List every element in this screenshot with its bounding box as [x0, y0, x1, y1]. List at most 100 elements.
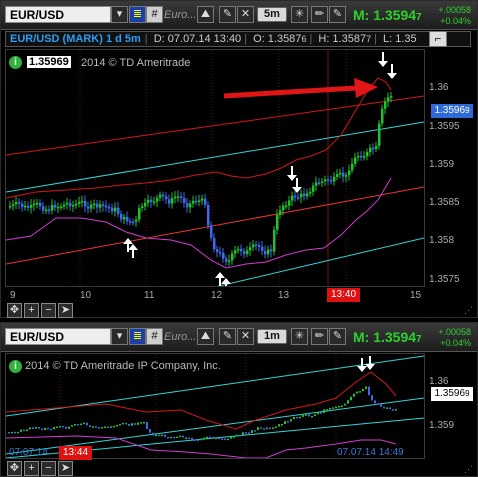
drawing-tools-icon[interactable]: ✎: [219, 6, 236, 23]
candle: [101, 427, 103, 429]
candle: [387, 97, 390, 102]
candle: [116, 425, 118, 427]
style-icon[interactable]: ✎: [329, 328, 346, 345]
link-grid-icon[interactable]: #: [146, 6, 163, 23]
candle: [53, 427, 55, 430]
candle: [189, 203, 192, 208]
candle: [182, 435, 184, 438]
study-toggle-icon[interactable]: ⌐: [429, 31, 447, 47]
candle: [378, 123, 381, 146]
link-grid-icon[interactable]: #: [146, 328, 163, 345]
candle: [374, 400, 376, 404]
pencil-icon[interactable]: ✏: [311, 328, 328, 345]
candle: [90, 204, 93, 209]
candle: [327, 179, 330, 181]
candle: [266, 427, 268, 430]
candle: [35, 426, 37, 429]
x-tick: 11: [144, 290, 155, 301]
candle: [381, 108, 384, 124]
candle: [318, 182, 321, 184]
settings-icon[interactable]: ✳: [291, 328, 308, 345]
candle: [30, 204, 33, 208]
drawing-tools-icon[interactable]: ✎: [219, 328, 236, 345]
candle: [132, 221, 135, 224]
cursor-icon[interactable]: ➤: [58, 303, 73, 318]
info-icon[interactable]: i: [9, 360, 22, 373]
candle: [77, 423, 79, 426]
candle: [108, 206, 111, 209]
candle: [20, 429, 22, 432]
symbol-input[interactable]: EUR/USD: [5, 6, 111, 23]
lookup-icon[interactable]: ≣: [129, 6, 146, 23]
candle: [306, 193, 309, 197]
symbol-input[interactable]: EUR/USD: [5, 328, 111, 345]
candle: [173, 436, 175, 439]
candle: [114, 207, 117, 212]
zoom-in-icon[interactable]: +: [24, 461, 39, 476]
candle: [86, 422, 88, 426]
pencil-icon[interactable]: ✏: [311, 6, 328, 23]
candle: [8, 432, 10, 434]
chart-type-icon[interactable]: ⛰: [197, 6, 214, 23]
candle: [128, 423, 130, 426]
resize-grip-icon[interactable]: ⋰: [464, 305, 474, 315]
symbol-text: EUR/USD: [10, 330, 65, 344]
candle: [300, 193, 303, 198]
candle: [168, 199, 171, 204]
mid-price: M: 1.35947: [353, 7, 422, 23]
symbol-dropdown-icon[interactable]: ▾: [111, 328, 128, 345]
candle: [131, 423, 133, 426]
candle: [84, 201, 87, 207]
candle: [203, 437, 205, 440]
zoom-out-icon[interactable]: −: [41, 303, 56, 318]
candle: [209, 436, 211, 439]
candle: [363, 156, 366, 158]
candle: [249, 247, 252, 251]
candle: [276, 214, 279, 230]
info-date: D: 07.07.14 13:40: [153, 33, 242, 45]
zoom-out-icon[interactable]: −: [41, 461, 56, 476]
candle: [305, 414, 307, 416]
candle: [137, 422, 139, 425]
candle: [134, 423, 136, 425]
lookup-icon[interactable]: ≣: [129, 328, 146, 345]
candle: [345, 175, 348, 177]
candle: [314, 414, 316, 416]
studies-icon[interactable]: ✕: [237, 6, 254, 23]
candle: [164, 434, 166, 437]
candle: [135, 219, 138, 222]
copyright-text: 2014 © TD Ameritrade: [81, 57, 191, 69]
candle: [158, 434, 160, 437]
candle: [333, 176, 336, 182]
resize-grip-icon[interactable]: ⋰: [464, 464, 474, 474]
candle: [320, 412, 322, 414]
candle: [198, 200, 201, 203]
change-pct: +0.04%: [440, 338, 471, 348]
candle: [222, 252, 225, 259]
candle: [104, 426, 106, 428]
candle: [237, 248, 240, 251]
copyright-text: 2014 © TD Ameritrade IP Company, Inc.: [25, 360, 221, 372]
zoom-in-icon[interactable]: +: [24, 303, 39, 318]
candle: [80, 423, 82, 426]
candle: [395, 409, 397, 411]
style-icon[interactable]: ✎: [329, 6, 346, 23]
period-selector[interactable]: 5m: [257, 7, 287, 22]
symbol-dropdown-icon[interactable]: ▾: [111, 6, 128, 23]
chart-type-icon[interactable]: ⛰: [197, 328, 214, 345]
info-icon[interactable]: i: [9, 56, 22, 69]
cursor-icon[interactable]: ➤: [58, 461, 73, 476]
price-plot-top[interactable]: [5, 49, 425, 337]
candle: [335, 406, 337, 409]
settings-icon[interactable]: ✳: [291, 6, 308, 23]
down-arrow-icon: [287, 166, 297, 181]
candle: [339, 172, 342, 175]
pan-icon[interactable]: ✥: [7, 303, 22, 318]
candle: [42, 206, 45, 211]
bollinger-lower: [5, 177, 392, 269]
candle: [44, 427, 46, 430]
studies-icon[interactable]: ✕: [237, 328, 254, 345]
candle: [197, 439, 199, 442]
period-selector[interactable]: 1m: [257, 329, 287, 344]
pan-icon[interactable]: ✥: [7, 461, 22, 476]
